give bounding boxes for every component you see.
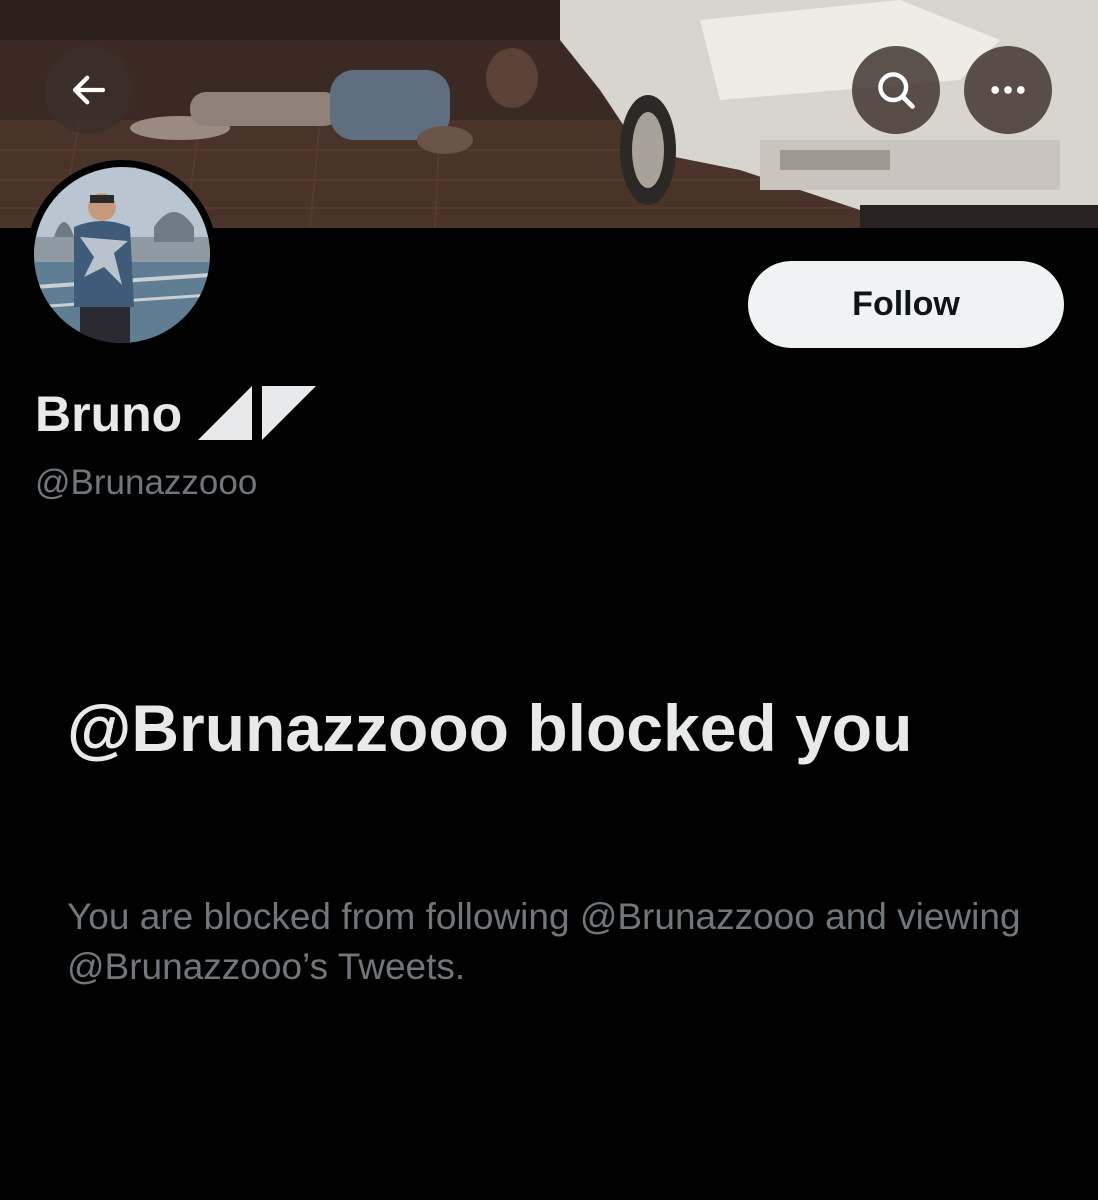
back-button[interactable]	[45, 46, 133, 134]
arrow-left-icon	[68, 69, 110, 111]
blocked-title: @Brunazzooo blocked you	[67, 691, 913, 765]
display-name: Bruno	[35, 385, 183, 442]
avatar-image	[34, 167, 210, 343]
search-icon	[874, 68, 918, 112]
more-horizontal-icon	[986, 68, 1030, 112]
display-name-row: Bruno	[35, 380, 328, 447]
more-button[interactable]	[964, 46, 1052, 134]
search-button[interactable]	[852, 46, 940, 134]
handle: @Brunazzooo	[35, 463, 258, 502]
follow-button[interactable]: Follow	[748, 261, 1064, 348]
avatar[interactable]	[27, 160, 217, 350]
blocked-description: You are blocked from following @Brunazzo…	[67, 896, 1021, 987]
triangle-logo-icon	[192, 380, 328, 447]
